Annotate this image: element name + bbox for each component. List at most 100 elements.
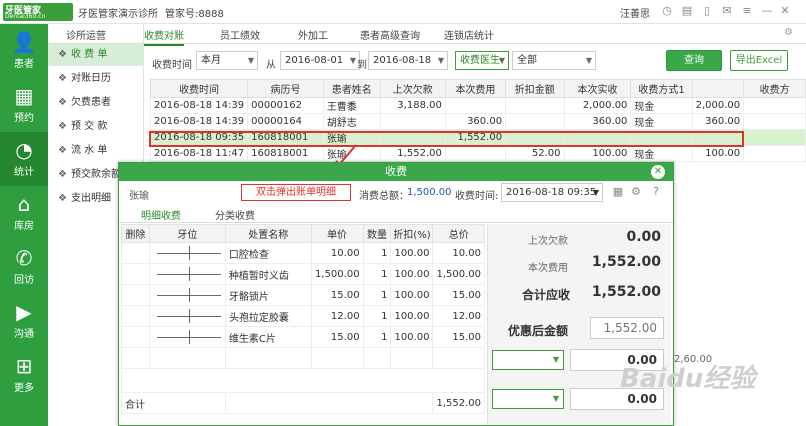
settings-gear-icon[interactable]: ⚙ bbox=[784, 27, 793, 38]
cell-tooth-position[interactable] bbox=[148, 284, 226, 306]
subnav-item-debtors[interactable]: ❖ 欠费患者 bbox=[48, 92, 144, 114]
cell-unit-price[interactable]: 15.00 bbox=[310, 284, 364, 306]
column-header[interactable]: 收费方式1 bbox=[630, 79, 693, 98]
table-row[interactable]: 2016-08-18 14:39 00000162 王曹黍 3,188.00 2… bbox=[150, 97, 806, 114]
cell-delete[interactable] bbox=[121, 347, 150, 369]
calculator-icon[interactable]: ▦ bbox=[611, 185, 625, 199]
column-header[interactable]: 收费时间 bbox=[150, 79, 249, 98]
subnav-item-transactions[interactable]: ❖ 流 水 单 bbox=[48, 140, 144, 162]
minimize-icon[interactable]: — bbox=[760, 4, 774, 18]
subnav-item-receipts[interactable]: ❖ 收 费 单 bbox=[48, 44, 144, 66]
cell-quantity[interactable]: 1 bbox=[362, 305, 392, 327]
tab-billing-reconcile[interactable]: 收费对账 bbox=[144, 27, 184, 46]
sidebar-item-appointments[interactable]: ▦ 预约 bbox=[0, 78, 48, 132]
cell-quantity[interactable]: 1 bbox=[362, 326, 392, 348]
dialog-close-button[interactable]: ✕ bbox=[651, 165, 665, 179]
tab-chain-statistics[interactable]: 连锁店统计 bbox=[444, 27, 494, 42]
table-row[interactable]: 维生素C片 15.00 1 100.00 15.00 bbox=[121, 326, 485, 348]
cell-delete[interactable] bbox=[121, 263, 150, 285]
tooth-chart-icon bbox=[156, 309, 221, 323]
charge-time-input[interactable]: 2016-08-18 09:35 ▼ bbox=[501, 183, 603, 202]
cell-time: 2016-08-18 11:47 bbox=[150, 145, 249, 162]
end-date-picker[interactable]: 2016-08-18 ▼ bbox=[368, 51, 448, 70]
column-header[interactable] bbox=[691, 79, 745, 98]
sidebar-item-patients[interactable]: 👤 患者 bbox=[0, 24, 48, 78]
cell-unit-price[interactable]: 10.00 bbox=[310, 242, 364, 264]
account-number: 管家号:8888 bbox=[165, 9, 224, 20]
cell-pay-method: 现金 bbox=[630, 97, 693, 114]
mail-icon[interactable]: ✉ bbox=[720, 4, 734, 18]
cell-delete[interactable] bbox=[121, 326, 150, 348]
cell-quantity[interactable]: 1 bbox=[362, 242, 392, 264]
dialog-tabs: 明细收费 分类收费 bbox=[119, 207, 673, 226]
cell-discount[interactable]: 100.00 bbox=[390, 242, 434, 264]
sidebar-item-more[interactable]: ⊞ 更多 bbox=[0, 348, 48, 402]
cell-tooth-position[interactable] bbox=[148, 305, 226, 327]
cell-tooth-position[interactable] bbox=[148, 347, 226, 369]
cell-discount[interactable]: 100.00 bbox=[390, 284, 434, 306]
payment-method-select-1[interactable]: ▼ bbox=[492, 350, 564, 370]
column-header[interactable]: 患者姓名 bbox=[322, 79, 381, 98]
tab-patient-advanced-query[interactable]: 患者高级查询 bbox=[360, 27, 420, 42]
doctor-select[interactable]: 全部 ▼ bbox=[512, 51, 596, 70]
tab-staff-performance[interactable]: 员工绩效 bbox=[220, 27, 260, 42]
table-row-empty[interactable] bbox=[121, 347, 485, 369]
sidebar-item-statistics[interactable]: ◔ 统计 bbox=[0, 132, 48, 186]
cell-delete[interactable] bbox=[121, 284, 150, 306]
tab-category-billing[interactable]: 分类收费 bbox=[215, 207, 255, 222]
cell-treatment[interactable] bbox=[224, 347, 312, 369]
table-row[interactable]: 2016-08-18 11:47 160818001 张瑜 1,552.00 5… bbox=[150, 145, 806, 162]
cell-delete[interactable] bbox=[121, 305, 150, 327]
cell-tooth-position[interactable] bbox=[148, 263, 226, 285]
cell-unit-price[interactable] bbox=[310, 347, 364, 369]
tooth-chart-icon bbox=[156, 288, 221, 302]
subnav-item-reconcile-calendar[interactable]: ❖ 对账日历 bbox=[48, 68, 144, 90]
cell-quantity[interactable]: 1 bbox=[362, 263, 392, 285]
clock-icon[interactable]: ◷ bbox=[660, 4, 674, 18]
cell-delete[interactable] bbox=[121, 242, 150, 264]
sidebar-item-warehouse[interactable]: ⌂ 库房 bbox=[0, 186, 48, 240]
table-row[interactable]: 种植暂时义齿 1,500.00 1 100.00 1,500.00 bbox=[121, 263, 485, 285]
column-header[interactable]: 本次实收 bbox=[563, 79, 632, 98]
cell-tooth-position[interactable] bbox=[148, 326, 226, 348]
sidebar-item-communication[interactable]: ▶ 沟通 bbox=[0, 294, 48, 348]
tab-outsourcing[interactable]: 外加工 bbox=[298, 27, 328, 42]
query-button[interactable]: 查询 bbox=[666, 50, 722, 71]
cell-unit-price[interactable]: 12.00 bbox=[310, 305, 364, 327]
cell-quantity[interactable] bbox=[362, 347, 392, 369]
column-header[interactable]: 折扣金额 bbox=[505, 79, 565, 98]
table-row[interactable]: 2016-08-18 14:39 00000164 胡舒志 360.00 360… bbox=[150, 113, 806, 130]
export-excel-button[interactable]: 导出Excel bbox=[730, 50, 788, 71]
payment-method-select-2[interactable]: ▼ bbox=[492, 389, 564, 409]
phone-icon[interactable]: ▯ bbox=[700, 4, 714, 18]
cell-discount[interactable]: 100.00 bbox=[390, 326, 434, 348]
print-icon[interactable]: ▤ bbox=[680, 4, 694, 18]
period-select[interactable]: 本月 ▼ bbox=[196, 51, 258, 70]
start-date-picker[interactable]: 2016-08-01 ▼ bbox=[280, 51, 360, 70]
column-header[interactable]: 本次费用 bbox=[444, 79, 507, 98]
table-row[interactable]: 口腔检查 10.00 1 100.00 10.00 bbox=[121, 242, 485, 264]
close-icon[interactable]: ✕ bbox=[778, 4, 792, 18]
table-row[interactable]: 牙骼锁片 15.00 1 100.00 15.00 bbox=[121, 284, 485, 306]
cell-tooth-position[interactable] bbox=[148, 242, 226, 264]
menu-icon[interactable]: ≡ bbox=[740, 4, 754, 18]
gear-icon[interactable]: ⚙ bbox=[629, 185, 643, 199]
column-header[interactable]: 上次欠款 bbox=[379, 79, 446, 98]
tab-clinic-operations[interactable]: 诊所运营 bbox=[66, 27, 106, 42]
discounted-amount-input[interactable]: 1,552.00 bbox=[590, 317, 664, 339]
cell-discount[interactable]: 100.00 bbox=[390, 305, 434, 327]
doctor-filter-select[interactable]: 收费医生 ▼ bbox=[455, 51, 509, 70]
cell-quantity[interactable]: 1 bbox=[362, 284, 392, 306]
cell-discount[interactable] bbox=[390, 347, 434, 369]
sidebar-item-followup[interactable]: ✆ 回访 bbox=[0, 240, 48, 294]
table-row[interactable]: 头孢拉定胶囊 12.00 1 100.00 12.00 bbox=[121, 305, 485, 327]
cell-total: 1,500.00 bbox=[432, 263, 485, 285]
subnav-item-prepayments[interactable]: ❖ 预 交 款 bbox=[48, 116, 144, 138]
cell-unit-price[interactable]: 1,500.00 bbox=[310, 263, 364, 285]
cell-unit-price[interactable]: 15.00 bbox=[310, 326, 364, 348]
cell-discount[interactable]: 100.00 bbox=[390, 263, 434, 285]
column-header[interactable]: 病历号 bbox=[247, 79, 324, 98]
column-header[interactable]: 收费方 bbox=[743, 79, 806, 98]
user-name[interactable]: 汪善思 bbox=[620, 5, 650, 20]
help-icon[interactable]: ? bbox=[649, 185, 663, 199]
